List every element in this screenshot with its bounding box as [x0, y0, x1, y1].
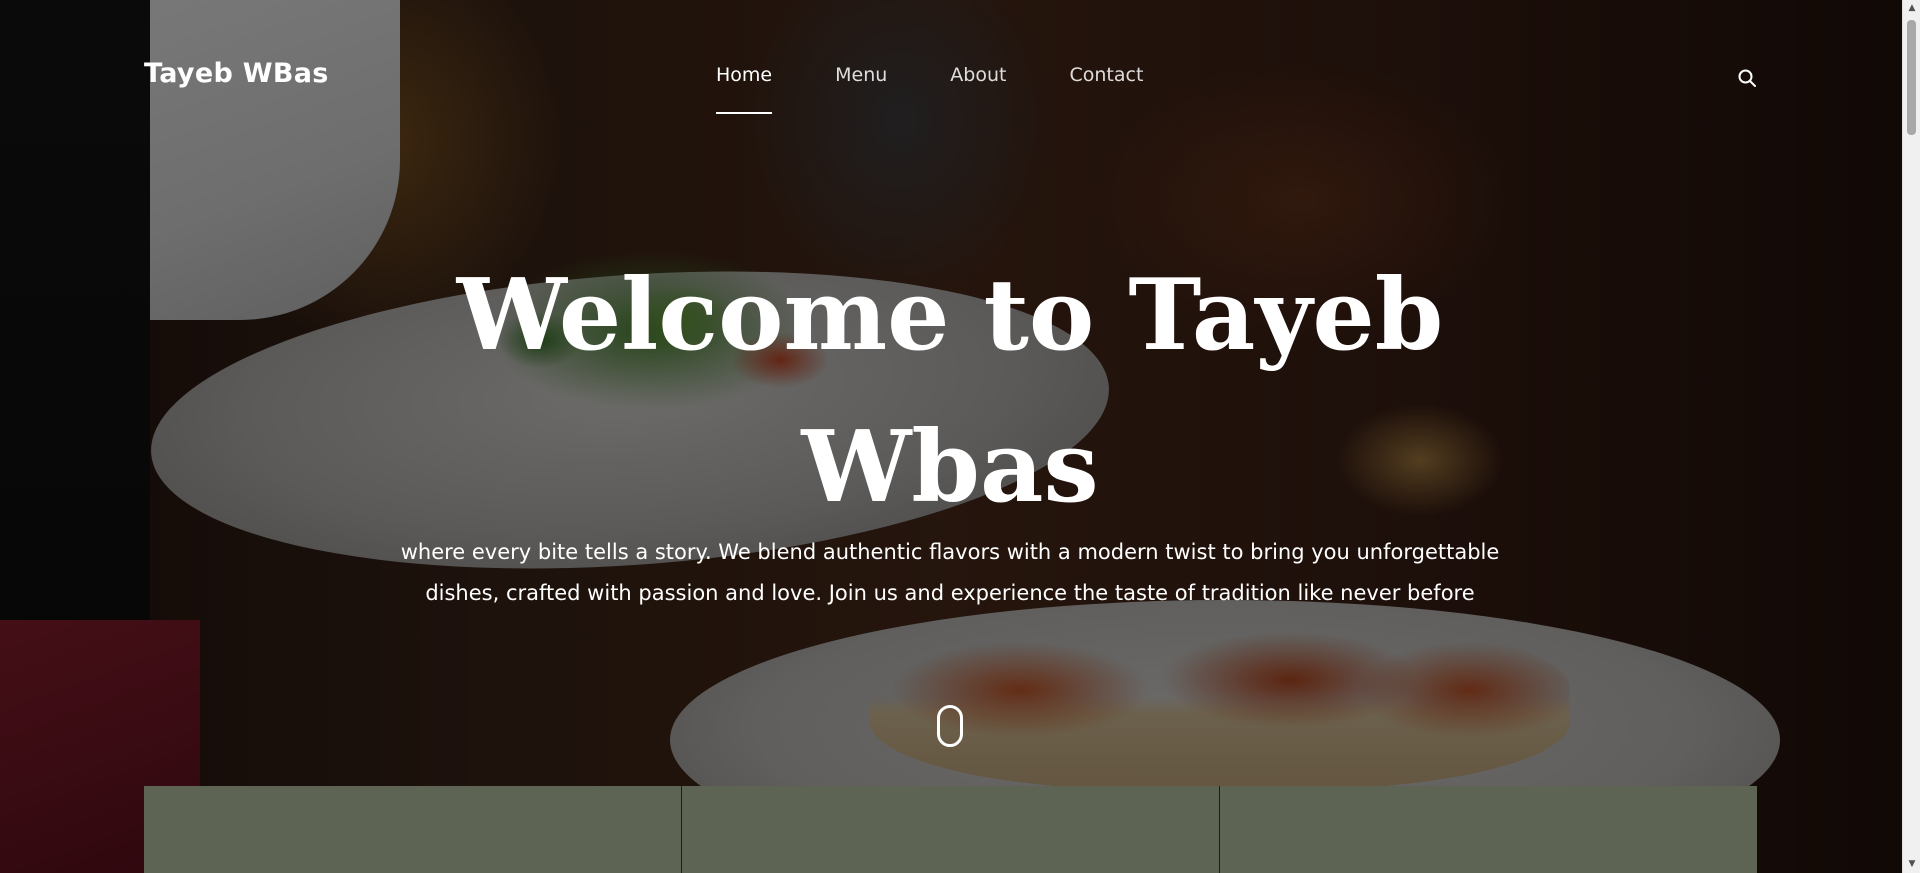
nav-item-menu[interactable]: Menu — [835, 64, 887, 114]
search-button[interactable] — [1735, 66, 1759, 90]
main-nav: Home Menu About Contact — [716, 64, 1206, 114]
feature-card[interactable] — [144, 786, 682, 873]
hero-title: Welcome to Tayeb Wbas — [456, 258, 1444, 525]
feature-card[interactable] — [682, 786, 1220, 873]
scroll-down-arrow-icon[interactable]: ▼ — [1903, 856, 1920, 873]
site-header: Tayeb WBas Home Menu About Contact — [0, 0, 1902, 120]
page-scrollbar[interactable]: ▲ ▼ — [1902, 0, 1920, 873]
hero-subtitle: where every bite tells a story. We blend… — [400, 540, 1500, 605]
viewport: Tayeb WBas Home Menu About Contact Welco… — [0, 0, 1902, 873]
scroll-up-arrow-icon[interactable]: ▲ — [1903, 0, 1920, 17]
nav-item-contact[interactable]: Contact — [1069, 64, 1143, 114]
mouse-scroll-icon[interactable] — [937, 705, 963, 747]
brand-logo[interactable]: Tayeb WBas — [144, 58, 329, 89]
search-icon — [1738, 69, 1756, 87]
scrollbar-thumb[interactable] — [1907, 20, 1916, 135]
nav-item-home[interactable]: Home — [716, 64, 773, 114]
feature-cards — [144, 786, 1757, 873]
feature-card[interactable] — [1220, 786, 1757, 873]
nav-item-about[interactable]: About — [950, 64, 1006, 114]
